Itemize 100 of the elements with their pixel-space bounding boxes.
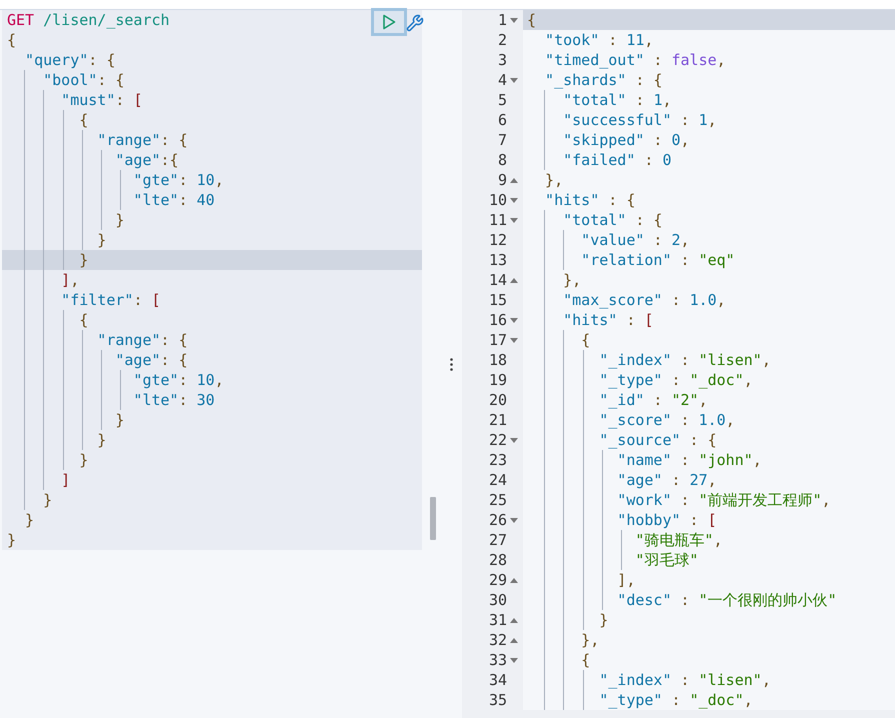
code-line: "total" : 1, [523,90,895,110]
line-number: 30 [488,590,507,610]
code-line: "_type" : "_doc", [523,690,895,710]
code-line: "骑电瓶车", [523,530,895,550]
settings-button[interactable] [404,12,426,34]
code-line: "age": { [2,350,422,370]
code-line: "took" : 11, [544,30,654,50]
code-line: "successful" : 1, [523,110,895,130]
line-number: 3 [498,50,507,70]
line-number: 33 [488,650,507,670]
code-line: "hits" : { [544,190,636,210]
fold-arrow-icon[interactable] [510,658,518,662]
code-line: "gte": 10, [2,170,422,190]
code-line: "lte": 40 [2,190,422,210]
fold-arrow-icon[interactable] [510,18,518,22]
code-line: { [523,330,895,350]
line-number: 6 [498,110,507,130]
code-line: } [6,530,18,550]
line-number: 1 [498,10,507,30]
line-number: 22 [488,430,507,450]
line-number: 28 [488,550,507,570]
line-number: 11 [488,210,507,230]
line-number: 35 [488,690,507,710]
code-line: "_source" : { [523,430,895,450]
code-line: "value" : 2, [523,230,895,250]
line-number: 34 [488,670,507,690]
code-line: }, [523,630,895,650]
fold-arrow-icon[interactable] [510,438,518,442]
unfold-arrow-icon[interactable] [510,618,518,622]
fold-arrow-icon[interactable] [510,338,518,342]
unfold-arrow-icon[interactable] [510,578,518,582]
code-line: "total" : { [523,210,895,230]
code-line: { [523,650,895,670]
line-number: 12 [488,230,507,250]
fold-arrow-icon[interactable] [510,218,518,222]
code-line: "range": { [2,330,422,350]
fold-arrow-icon[interactable] [510,518,518,522]
line-number: 20 [488,390,507,410]
code-line: "_type" : "_doc", [523,370,895,390]
line-number: 9 [498,170,507,190]
code-line: "_score" : 1.0, [523,410,895,430]
line-number: 7 [498,130,507,150]
line-number: 29 [488,570,507,590]
code-line: } [2,430,422,450]
code-line: "hobby" : [ [523,510,895,530]
code-line: ], [523,570,895,590]
line-number: 10 [488,190,507,210]
unfold-arrow-icon[interactable] [510,278,518,282]
line-number: 13 [488,250,507,270]
code-line: ], [2,270,422,290]
code-line: } [2,410,422,430]
code-line: "_index" : "lisen", [523,670,895,690]
code-line: } [2,450,422,470]
code-line: "filter": [ [2,290,422,310]
code-line: "desc" : "一个很刚的帅小伙" [523,590,895,610]
line-number: 24 [488,470,507,490]
code-line: "failed" : 0 [523,150,895,170]
line-number: 27 [488,530,507,550]
code-line: "work" : "前端开发工程师", [523,490,895,510]
code-line: } [24,510,36,530]
code-line: } [523,610,895,630]
code-line: } [2,210,422,230]
code-line: } [2,230,422,250]
line-number: 4 [498,70,507,90]
code-line: GET /lisen/_search [6,10,171,30]
unfold-arrow-icon[interactable] [510,178,518,182]
request-editor[interactable]: GET /lisen/_search { "query": { "bool": { "must": [ { "range": { "age":{ "gte": 10, "lte": 40 } } } ], "filter": [ { "range": { "age": { "gte": 10, "lte": 30 } } } ] } } } [2,10,422,550]
line-number: 18 [488,350,507,370]
scrollbar-thumb[interactable] [430,497,436,540]
fold-arrow-icon[interactable] [510,318,518,322]
line-number: 15 [488,290,507,310]
code-line: "lte": 30 [2,390,422,410]
code-line: "skipped" : 0, [523,130,895,150]
line-number: 5 [498,90,507,110]
line-number: 31 [488,610,507,630]
wrench-icon [406,14,424,32]
code-line: } [2,490,422,510]
code-line: "_id" : "2", [523,390,895,410]
line-number: 16 [488,310,507,330]
code-line: }, [544,170,564,190]
line-number: 2 [498,30,507,50]
code-line: "_shards" : { [544,70,664,90]
run-button[interactable] [371,8,407,36]
unfold-arrow-icon[interactable] [510,638,518,642]
code-line: "bool": { [2,70,422,90]
code-line: { [2,110,422,130]
drag-handle-icon[interactable] [450,358,452,370]
fold-arrow-icon[interactable] [510,198,518,202]
code-line: "gte": 10, [2,370,422,390]
code-line: "range": { [2,130,422,150]
code-line: { [2,310,422,330]
fold-arrow-icon[interactable] [510,78,518,82]
code-line: ] [2,470,422,490]
code-line: "age" : 27, [523,470,895,490]
code-line: { [6,30,18,50]
line-number: 25 [488,490,507,510]
code-line: "hits" : [ [523,310,895,330]
line-number: 32 [488,630,507,650]
line-number: 26 [488,510,507,530]
line-number: 17 [488,330,507,350]
